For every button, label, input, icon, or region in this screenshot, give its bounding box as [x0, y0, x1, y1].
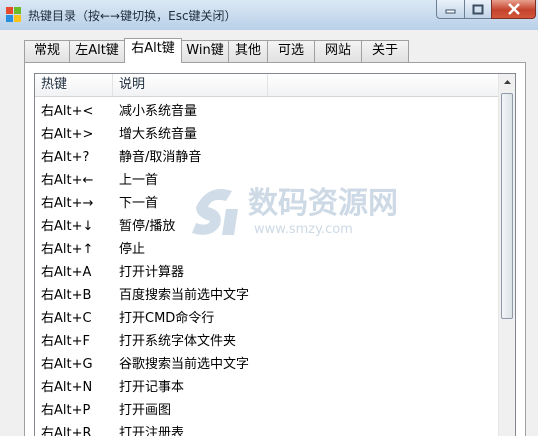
hotkey-cell: 右Alt+? [41, 150, 90, 165]
hotkey-cell: 右Alt+> [41, 127, 94, 142]
description-cell: 打开CMD命令行 [119, 311, 215, 326]
description-cell: 打开画图 [119, 403, 172, 418]
tab-win[interactable]: Win键 [181, 40, 229, 62]
description-cell: 暂停/播放 [119, 219, 176, 234]
minimize-icon [445, 9, 455, 14]
list-item[interactable]: 右Alt+↑ 停止 [35, 235, 498, 258]
vertical-scrollbar[interactable] [498, 74, 515, 436]
hotkey-cell: 右Alt+B [41, 288, 92, 303]
list-item[interactable]: 右Alt+P 打开画图 [35, 396, 498, 419]
hotkey-list: 热键 说明 右Alt+< 减小系统音量右Alt+> 增大系统音量右Alt+? 静音/取… [34, 73, 516, 436]
description-cell: 减小系统音量 [119, 104, 198, 119]
scroll-up-button[interactable] [499, 74, 515, 91]
hotkey-cell: 右Alt+P [41, 403, 91, 418]
description-cell: 上一首 [119, 173, 159, 188]
description-cell: 谷歌搜索当前选中文字 [119, 357, 250, 372]
list-header: 热键 说明 [35, 74, 498, 97]
title-bar[interactable]: 热键目录（按←→键切换，Esc键关闭） [0, 0, 538, 30]
hotkey-cell: 右Alt+↑ [41, 242, 94, 257]
tab-left-alt[interactable]: 左Alt键 [69, 40, 125, 62]
list-item[interactable]: 右Alt+B 百度搜索当前选中文字 [35, 281, 498, 304]
hotkey-cell: 右Alt+F [41, 334, 90, 349]
list-item[interactable]: 右Alt+R 打开注册表 [35, 419, 498, 436]
hotkey-cell: 右Alt+→ [41, 196, 94, 211]
description-cell: 打开记事本 [119, 380, 185, 395]
hotkey-cell: 右Alt+← [41, 173, 94, 188]
hotkey-cell: 右Alt+C [41, 311, 92, 326]
tab-panel: 热键 说明 右Alt+< 减小系统音量右Alt+> 增大系统音量右Alt+? 静音/取… [24, 62, 526, 436]
tab-website[interactable]: 网站 [314, 40, 362, 62]
hotkey-window: 热键目录（按←→键切换，Esc键关闭） 常规 左Alt键 右Alt键 Win键 … [0, 0, 538, 436]
list-item[interactable]: 右Alt+A 打开计算器 [35, 258, 498, 281]
minimize-button[interactable] [436, 0, 464, 19]
list-item[interactable]: 右Alt+F 打开系统字体文件夹 [35, 327, 498, 350]
hotkey-cell: 右Alt+R [41, 426, 92, 436]
tab-optional[interactable]: 可选 [267, 40, 315, 62]
tab-other[interactable]: 其他 [228, 40, 268, 62]
list-item[interactable]: 右Alt+C 打开CMD命令行 [35, 304, 498, 327]
scrollbar-thumb[interactable] [501, 93, 513, 319]
windows-app-icon [6, 7, 22, 23]
list-item[interactable]: 右Alt+G 谷歌搜索当前选中文字 [35, 350, 498, 373]
description-cell: 打开注册表 [119, 426, 185, 436]
list-item[interactable]: 右Alt+→ 下一首 [35, 189, 498, 212]
description-cell: 静音/取消静音 [119, 150, 202, 165]
list-rows: 右Alt+< 减小系统音量 右Alt+> 增大系统音量 右Alt+? 静音/取消静音 右Al… [35, 97, 498, 436]
list-item[interactable]: 右Alt+N 打开记事本 [35, 373, 498, 396]
tab-right-alt[interactable]: 右Alt键 [124, 38, 182, 63]
arrow-up-icon [504, 80, 511, 84]
tab-general[interactable]: 常规 [24, 40, 70, 62]
list-item[interactable]: 右Alt+? 静音/取消静音 [35, 143, 498, 166]
description-cell: 百度搜索当前选中文字 [119, 288, 250, 303]
list-item[interactable]: 右Alt+↓ 暂停/播放 [35, 212, 498, 235]
column-header-description[interactable]: 说明 [113, 74, 268, 96]
hotkey-cell: 右Alt+< [41, 104, 94, 119]
hotkey-cell: 右Alt+A [41, 265, 92, 280]
close-button[interactable] [491, 0, 536, 19]
window-title: 热键目录（按←→键切换，Esc键关闭） [28, 9, 237, 23]
list-item[interactable]: 右Alt+< 减小系统音量 [35, 97, 498, 120]
list-item[interactable]: 右Alt+> 增大系统音量 [35, 120, 498, 143]
description-cell: 增大系统音量 [119, 127, 198, 142]
column-header-hotkey[interactable]: 热键 [35, 74, 113, 96]
hotkey-cell: 右Alt+↓ [41, 219, 94, 234]
tab-about[interactable]: 关于 [361, 40, 409, 62]
hotkey-cell: 右Alt+N [41, 380, 93, 395]
maximize-icon [472, 4, 484, 14]
description-cell: 下一首 [119, 196, 159, 211]
description-cell: 打开计算器 [119, 265, 185, 280]
maximize-button[interactable] [464, 0, 491, 19]
hotkey-cell: 右Alt+G [41, 357, 93, 372]
close-icon [507, 3, 520, 15]
list-item[interactable]: 右Alt+← 上一首 [35, 166, 498, 189]
description-cell: 打开系统字体文件夹 [119, 334, 237, 349]
description-cell: 停止 [119, 242, 146, 257]
